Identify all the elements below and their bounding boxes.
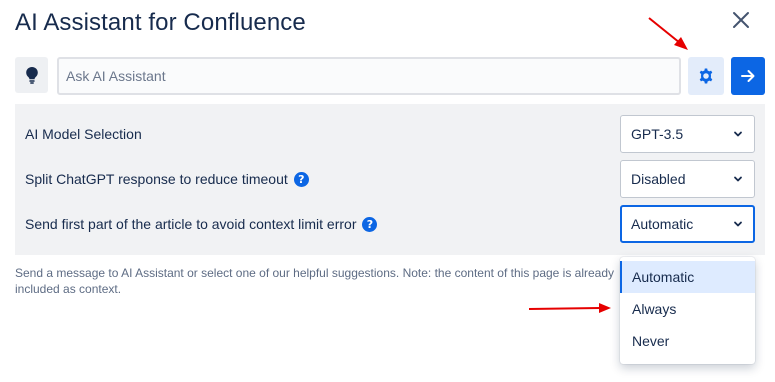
- settings-button[interactable]: [688, 57, 724, 95]
- dialog-title: AI Assistant for Confluence: [15, 9, 306, 36]
- send-first-part-dropdown-menu: Automatic Always Never: [620, 257, 755, 364]
- settings-panel: AI Model Selection GPT-3.5 Split ChatGPT…: [15, 104, 765, 255]
- setting-label-ai-model: AI Model Selection: [25, 126, 142, 142]
- arrow-right-icon: [741, 70, 755, 82]
- gear-icon: [699, 68, 713, 84]
- setting-label-split-response: Split ChatGPT response to reduce timeout…: [25, 171, 309, 187]
- help-note: Send a message to AI Assistant or select…: [15, 266, 615, 296]
- split-response-select-value: Disabled: [631, 171, 686, 187]
- chevron-down-icon: [734, 131, 742, 137]
- split-response-select[interactable]: Disabled: [620, 160, 755, 198]
- send-first-part-select[interactable]: Automatic: [620, 205, 755, 243]
- lightbulb-icon: [25, 67, 38, 84]
- dropdown-option-always[interactable]: Always: [620, 293, 755, 325]
- annotation-arrow-always: [528, 303, 611, 313]
- close-icon: [733, 12, 749, 28]
- ask-ai-input[interactable]: [57, 57, 681, 95]
- help-icon[interactable]: ?: [293, 171, 309, 187]
- setting-label-send-first-part: Send first part of the article to avoid …: [25, 216, 378, 232]
- chevron-down-icon: [734, 221, 742, 227]
- ai-model-select[interactable]: GPT-3.5: [620, 115, 755, 153]
- ai-model-select-value: GPT-3.5: [631, 126, 684, 142]
- send-first-part-select-value: Automatic: [631, 216, 694, 232]
- suggestions-button[interactable]: [15, 57, 48, 93]
- chevron-down-icon: [734, 176, 742, 182]
- dropdown-option-never[interactable]: Never: [620, 325, 755, 357]
- help-icon[interactable]: ?: [362, 216, 378, 232]
- close-button[interactable]: [729, 8, 753, 32]
- send-button[interactable]: [731, 57, 765, 95]
- dropdown-option-automatic[interactable]: Automatic: [620, 261, 755, 293]
- annotation-arrow-settings: [648, 17, 688, 50]
